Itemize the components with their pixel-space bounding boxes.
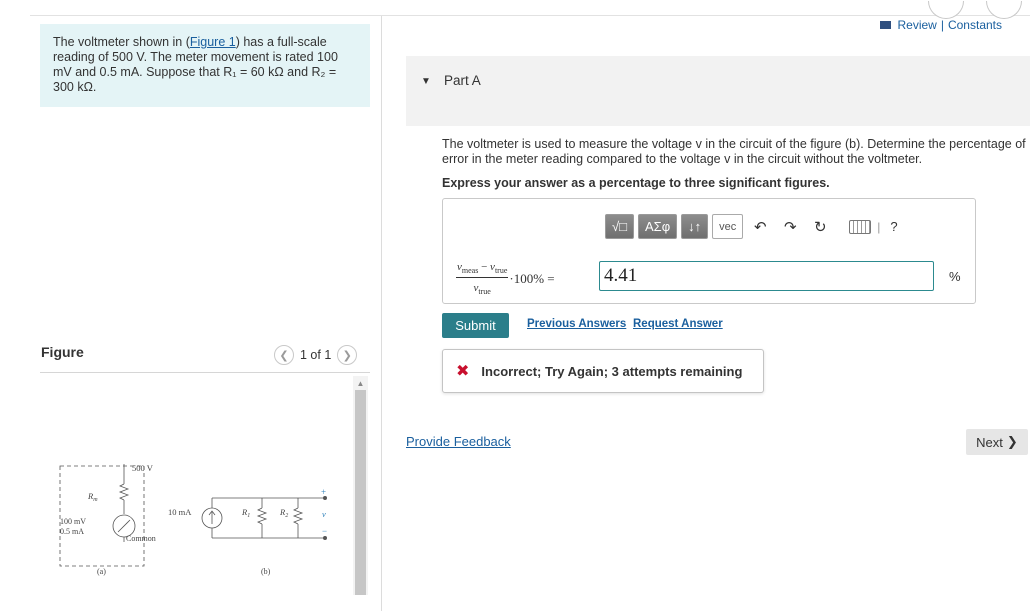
problem-statement: The voltmeter shown in (Figure 1) has a … (40, 24, 370, 107)
r2-label: R2 (279, 507, 288, 519)
problem-text-start: The voltmeter shown in ( (53, 35, 190, 49)
header-links: Review | Constants (880, 18, 1002, 32)
resistor-r2 (292, 507, 304, 525)
book-icon (880, 21, 892, 29)
circuit-diagram: 500 V Rm 100 mV 0.5 mA Common (a) 10 mA … (59, 463, 327, 576)
math-toolbar: √□ ΑΣφ ↓↑ vec ↶ ↷ ↻ | ? (605, 214, 898, 239)
figure-pager-text: 1 of 1 (300, 348, 332, 362)
prev-figure-button[interactable]: ❮ (274, 345, 294, 365)
scroll-up-icon[interactable]: ▲ (353, 379, 368, 388)
chevron-right-icon: ❯ (1006, 434, 1018, 449)
figure-scrollbar[interactable]: ▲ (353, 376, 368, 595)
feedback-message: ✖ Incorrect; Try Again; 3 attempts remai… (442, 349, 764, 393)
resistor-rm (118, 483, 130, 501)
fraction-denominator: vtrue (473, 282, 491, 297)
chevron-left-icon: ❮ (279, 349, 289, 362)
figure-heading: Figure (41, 344, 84, 360)
full-scale-label: 500 V (132, 463, 154, 473)
top-divider (30, 1, 1030, 19)
vec-button[interactable]: vec (712, 214, 744, 239)
template-button[interactable]: √□ (605, 214, 634, 239)
terminal-bottom (323, 536, 327, 540)
answer-instructions: Express your answer as a percentage to t… (442, 176, 830, 190)
incorrect-x-icon: ✖ (456, 363, 470, 380)
decorative-arc (928, 1, 964, 19)
decorative-arc (986, 1, 1022, 19)
toolbar-separator: | (877, 219, 881, 234)
constants-link[interactable]: Constants (948, 18, 1002, 32)
link-separator: | (940, 18, 944, 32)
question-text: The voltmeter is used to measure the vol… (442, 137, 1026, 166)
common-label: Common (126, 534, 156, 543)
next-button[interactable]: Next ❯ (966, 429, 1028, 455)
part-a-header[interactable]: ▼ Part A (406, 56, 1030, 126)
next-label: Next (976, 434, 1003, 450)
review-link[interactable]: Review (897, 18, 936, 32)
greek-symbols-button[interactable]: ΑΣφ (638, 214, 678, 239)
figure-image: 500 V Rm 100 mV 0.5 mA Common (a) 10 mA … (40, 376, 352, 595)
redo-icon[interactable]: ↷ (777, 214, 803, 239)
resistor-r1 (256, 507, 268, 525)
error-fraction: vmeas − vtrue vtrue (456, 261, 509, 297)
chevron-right-icon: ❯ (342, 349, 352, 362)
reset-icon[interactable]: ↻ (807, 214, 833, 239)
plus-label: + (321, 487, 326, 497)
figure-link[interactable]: Figure 1 (190, 35, 236, 49)
formula-label: vmeas − vtrue vtrue ·100% = (456, 261, 555, 296)
label-b: (b) (261, 567, 271, 576)
fraction-numerator: vmeas − vtrue (456, 261, 509, 279)
arrows-button[interactable]: ↓↑ (681, 214, 709, 239)
label-a: (a) (97, 567, 106, 576)
vec-label: vec (719, 220, 737, 233)
answer-input[interactable]: 4.41 (599, 261, 934, 291)
keyboard-icon[interactable] (849, 219, 872, 234)
feedback-text: Incorrect; Try Again; 3 attempts remaini… (481, 363, 743, 379)
rm-label: Rm (87, 491, 98, 503)
part-title: Part A (444, 73, 481, 88)
multiplier-text: ·100% = (509, 270, 555, 286)
source-label: 10 mA (168, 507, 192, 517)
request-answer-link[interactable]: Request Answer (633, 318, 723, 330)
voltmeter-circuit-a (59, 464, 145, 567)
dashed-enclosure (59, 465, 145, 567)
column-divider (381, 16, 382, 611)
submit-button[interactable]: Submit (442, 313, 509, 338)
answer-editor: √□ ΑΣφ ↓↑ vec ↶ ↷ ↻ | ? vmeas − vtrue vt… (442, 198, 976, 304)
movement-voltage-label: 100 mV (60, 517, 86, 526)
movement-current-label: 0.5 mA (60, 527, 84, 536)
next-figure-button[interactable]: ❯ (337, 345, 358, 365)
collapse-caret-icon[interactable]: ▼ (421, 76, 431, 87)
template-icon: √□ (612, 219, 627, 234)
r1-label: R1 (241, 507, 250, 519)
arrows-icon: ↓↑ (688, 219, 702, 234)
figure-divider (40, 372, 370, 373)
previous-answers-link[interactable]: Previous Answers (527, 318, 626, 330)
v-label: v (322, 509, 326, 519)
unit-label: % (949, 269, 961, 284)
scroll-thumb[interactable] (355, 390, 366, 595)
help-icon[interactable]: ? (890, 219, 897, 234)
provide-feedback-link[interactable]: Provide Feedback (406, 434, 511, 449)
meter-needle (117, 519, 131, 533)
greek-icon: ΑΣφ (645, 219, 671, 234)
minus-label: − (322, 526, 327, 536)
figure-pager: ❮ 1 of 1 ❯ (274, 345, 358, 365)
undo-icon[interactable]: ↶ (747, 214, 773, 239)
circuit-b (201, 497, 325, 539)
